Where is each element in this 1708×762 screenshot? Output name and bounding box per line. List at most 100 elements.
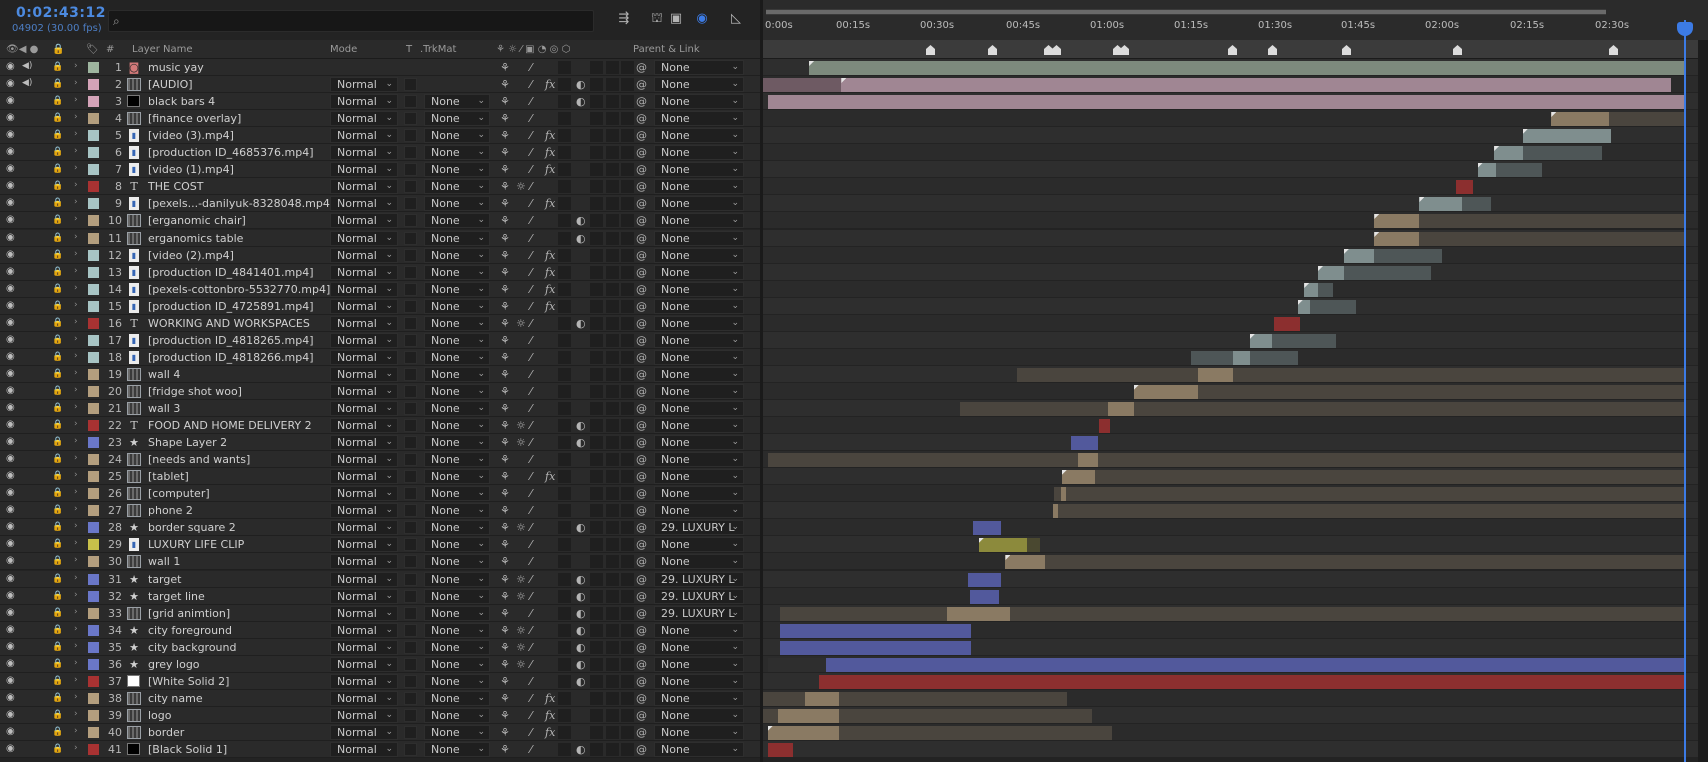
blend-mode-select[interactable]: Normal ⌄: [330, 111, 398, 126]
quality-toggle-icon[interactable]: ⁄: [530, 419, 532, 432]
visibility-eye-icon[interactable]: ◉: [6, 726, 15, 737]
timeline-row[interactable]: [763, 485, 1708, 502]
effects-fx-icon[interactable]: fx: [545, 249, 555, 262]
switch-slot[interactable]: [590, 743, 603, 756]
parent-pickwhip-icon[interactable]: @: [636, 487, 647, 500]
timeline-row[interactable]: [763, 93, 1708, 110]
effects-fx-icon[interactable]: fx: [545, 709, 555, 722]
shy-toggle-icon[interactable]: ⚘: [500, 538, 510, 551]
timeline-row[interactable]: [763, 195, 1708, 212]
composition-mini-flowchart-icon[interactable]: ⇶: [615, 11, 633, 27]
parent-pickwhip-icon[interactable]: @: [636, 317, 647, 330]
expand-chevron-icon[interactable]: ›: [74, 180, 78, 190]
audio-speaker-icon[interactable]: ◀): [22, 61, 32, 71]
timeline-row[interactable]: [763, 536, 1708, 553]
layer-duration-bar[interactable]: [1061, 470, 1095, 484]
parent-pickwhip-icon[interactable]: @: [636, 504, 647, 517]
preserve-transparency-toggle[interactable]: [404, 163, 417, 176]
shy-toggle-icon[interactable]: ⚘: [500, 232, 510, 245]
layer-name[interactable]: city name: [148, 692, 203, 705]
visibility-eye-icon[interactable]: ◉: [6, 112, 15, 123]
collapse-transform-icon[interactable]: ☼: [516, 624, 526, 637]
lock-icon[interactable]: 🔒: [52, 386, 63, 396]
track-matte-select[interactable]: None ⌄: [424, 401, 490, 416]
lock-icon[interactable]: 🔒: [52, 693, 63, 703]
blend-mode-select[interactable]: Normal ⌄: [330, 367, 398, 382]
parent-pickwhip-icon[interactable]: @: [636, 180, 647, 193]
track-matte-select[interactable]: None ⌄: [424, 248, 490, 263]
expand-chevron-icon[interactable]: ›: [74, 521, 78, 531]
track-matte-select[interactable]: None ⌄: [424, 708, 490, 723]
blend-mode-select[interactable]: Normal ⌄: [330, 589, 398, 604]
shy-toggle-icon[interactable]: ⚘: [500, 607, 510, 620]
layer-row[interactable]: ◉ 🔒 › 3 black bars 4 Normal ⌄ None ⌄ ⚘ ⁄ ◐ @ None ⌄: [0, 93, 760, 110]
blend-mode-select[interactable]: Normal ⌄: [330, 179, 398, 194]
layer-row[interactable]: ◉ 🔒 › 38 city name Normal ⌄ None ⌄ ⚘ ⁄ fx @ None ⌄: [0, 690, 760, 707]
lock-icon[interactable]: 🔒: [52, 727, 63, 737]
layer-duration-bar[interactable]: [1078, 453, 1098, 467]
shy-toggle-icon[interactable]: ⚘: [500, 61, 510, 74]
visibility-eye-icon[interactable]: ◉: [6, 709, 15, 720]
parent-pickwhip-icon[interactable]: @: [636, 726, 647, 739]
layer-row[interactable]: ◉ 🔒 › 35 ★ city background Normal ⌄ None ⌄ ⚘ ☼ ⁄ ◐ @ No…: [0, 639, 760, 656]
timeline-row[interactable]: [763, 417, 1708, 434]
track-matte-select[interactable]: None ⌄: [424, 213, 490, 228]
quality-toggle-icon[interactable]: ⁄: [530, 675, 532, 688]
switch-slot[interactable]: [558, 385, 571, 398]
switch-slot[interactable]: [606, 300, 619, 313]
track-matte-select[interactable]: None ⌄: [424, 316, 490, 331]
layer-name[interactable]: erganomics table: [148, 232, 243, 245]
blend-mode-select[interactable]: Normal ⌄: [330, 554, 398, 569]
switch-slot[interactable]: [621, 232, 634, 245]
switch-slot[interactable]: [621, 402, 634, 415]
preserve-transparency-toggle[interactable]: [404, 658, 417, 671]
switch-slot[interactable]: [558, 129, 571, 142]
parent-link-select[interactable]: None ⌄: [654, 111, 744, 126]
layer-duration-bar[interactable]: [1271, 334, 1337, 348]
blend-mode-select[interactable]: Normal ⌄: [330, 435, 398, 450]
lock-icon[interactable]: 🔒: [52, 642, 63, 652]
switch-slot[interactable]: [558, 283, 571, 296]
switch-slot[interactable]: [606, 607, 619, 620]
layer-row[interactable]: ◉ 🔒 › 28 ★ border square 2 Normal ⌄ None ⌄ ⚘ ☼ ⁄ ◐ @29…: [0, 519, 760, 536]
adjustment-layer-icon[interactable]: ◐: [576, 214, 586, 227]
parent-pickwhip-icon[interactable]: @: [636, 95, 647, 108]
layer-row[interactable]: ◉ 🔒 › 15 ▮ [production ID_4725891.mp4] Normal ⌄…: [0, 298, 760, 315]
switch-slot[interactable]: [590, 555, 603, 568]
parent-pickwhip-icon[interactable]: @: [636, 692, 647, 705]
switch-slot[interactable]: [621, 180, 634, 193]
adjustment-layer-icon[interactable]: ◐: [576, 675, 586, 688]
effects-fx-icon[interactable]: fx: [545, 197, 555, 210]
blend-mode-select[interactable]: Normal ⌄: [330, 384, 398, 399]
switch-slot[interactable]: [558, 675, 571, 688]
layer-duration-bar[interactable]: [1094, 470, 1685, 484]
layer-name[interactable]: FOOD AND HOME DELIVERY 2: [148, 419, 312, 432]
preserve-transparency-toggle[interactable]: [404, 743, 417, 756]
lock-icon[interactable]: 🔒: [52, 267, 63, 277]
timeline-row[interactable]: [763, 451, 1708, 468]
shy-toggle-icon[interactable]: ⚘: [500, 658, 510, 671]
track-matte-select[interactable]: None ⌄: [424, 179, 490, 194]
layer-duration-bar[interactable]: [1005, 555, 1046, 569]
visibility-eye-icon[interactable]: ◉: [6, 197, 15, 208]
timeline-row[interactable]: [763, 690, 1708, 707]
visibility-eye-icon[interactable]: ◉: [6, 436, 15, 447]
label-color-chip[interactable]: [88, 233, 99, 244]
parent-link-select[interactable]: None ⌄: [654, 623, 744, 638]
adjustment-layer-icon[interactable]: ◐: [576, 436, 586, 449]
parent-pickwhip-icon[interactable]: @: [636, 658, 647, 671]
effects-fx-icon[interactable]: fx: [545, 726, 555, 739]
lock-icon[interactable]: 🔒: [52, 539, 63, 549]
layer-duration-bar[interactable]: [809, 61, 1685, 75]
layer-name[interactable]: [production ID_4818265.mp4]: [148, 334, 314, 347]
switch-slot[interactable]: [606, 351, 619, 364]
track-matte-select[interactable]: None ⌄: [424, 350, 490, 365]
switch-slot[interactable]: [621, 214, 634, 227]
label-color-chip[interactable]: [88, 386, 99, 397]
blend-mode-select[interactable]: Normal ⌄: [330, 486, 398, 501]
switch-slot[interactable]: [606, 743, 619, 756]
parent-pickwhip-icon[interactable]: @: [636, 402, 647, 415]
layer-row[interactable]: ◉ 🔒 › 21 wall 3 Normal ⌄ None ⌄ ⚘ ⁄ @ None ⌄: [0, 400, 760, 417]
visibility-eye-icon[interactable]: ◉: [6, 78, 15, 89]
layer-name[interactable]: target: [148, 573, 181, 586]
